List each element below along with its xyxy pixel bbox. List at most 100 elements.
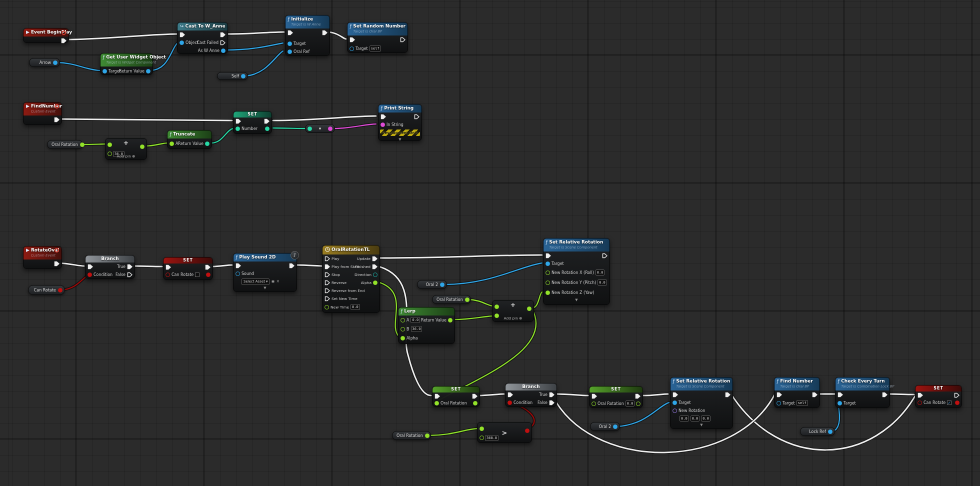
set-oral-rotation-1-oral-rotation-in-pin[interactable] — [434, 400, 439, 406]
fn-set-relative-rotation-1-new-rotation-x-roll-in-pin[interactable] — [545, 270, 550, 275]
fn-set-relative-rotation-1-new-rotation-z-yaw-in-pin[interactable] — [545, 290, 550, 295]
var-can-rotate-can-rotate-out-pin[interactable] — [58, 287, 63, 293]
fn-play-sound-2d-sound-in-pin[interactable] — [235, 271, 240, 276]
timeline-oralrotationtl-new-time-in-pin[interactable] — [324, 304, 329, 310]
set-oral-rotation-2[interactable]: SET Oral Rotation 0.0 — [589, 386, 643, 408]
fn-set-relative-rotation-2-value-box[interactable]: 0.0 — [679, 415, 689, 422]
timeline-oralrotationtl-play-from-start-in-pin[interactable] — [324, 264, 330, 270]
browse-icon[interactable]: ◉ — [271, 279, 274, 284]
math-add-2-add-pin-button[interactable]: Add pin ⊕ — [493, 316, 534, 321]
set-oral-rotation-2-value-box[interactable]: 0.0 — [625, 400, 635, 407]
timeline-oralrotationtl-value-box[interactable]: 0.0 — [350, 304, 360, 310]
set-can-rotate-2-exec-out-pin[interactable] — [954, 392, 960, 398]
fn-set-relative-rotation-2-expand-button[interactable]: ▼ — [671, 423, 733, 428]
fn-initialize[interactable]: ƒ Initialize Target is W Anne Target Oral Re… — [285, 15, 330, 56]
fn-find-number[interactable]: ƒ Find Number Target is Oral BP Target self — [774, 377, 820, 408]
timeline-oralrotationtl-stop-in-pin[interactable] — [324, 272, 330, 278]
timeline-oralrotationtl-finished-out-pin[interactable] — [372, 264, 378, 270]
set-can-rotate-2-can-rotate-in-pin[interactable] — [917, 400, 922, 405]
fn-set-relative-rotation-1-exec-out-pin[interactable] — [602, 253, 608, 259]
set-can-rotate-1-exec-in-pin[interactable] — [165, 264, 171, 270]
fn-truncate-a-in-pin[interactable] — [169, 141, 174, 146]
fn-lerp-value-box[interactable]: 36.0 — [410, 326, 423, 332]
event-findnumber[interactable]: ▶ FindNumber Custom Event — [23, 102, 62, 125]
set-can-rotate-1-can-rotate-in-pin[interactable] — [165, 272, 170, 277]
set-oral-rotation-2-exec-out-pin[interactable] — [635, 393, 641, 399]
fn-get-user-widget-object[interactable]: ƒ Get User Widget Object Target is Widget … — [100, 53, 166, 75]
fn-find-number-target-in-pin[interactable] — [776, 400, 781, 406]
macro-branch-2-condition-in-pin[interactable] — [507, 400, 512, 405]
var-oral-rotation-2-oral-rotation-out-pin[interactable] — [464, 297, 470, 302]
conv-int-to-string[interactable] — [305, 124, 335, 133]
var-arrow-arrow-out-pin[interactable] — [53, 60, 58, 65]
timeline-oralrotationtl-update-out-pin[interactable] — [372, 256, 378, 262]
set-oral-rotation-2-exec-in-pin[interactable] — [591, 393, 597, 399]
fn-set-relative-rotation-1-expand-button[interactable]: ▼ — [544, 298, 610, 303]
cast-to-w-anne-object-in-pin[interactable] — [179, 40, 184, 45]
fn-get-user-widget-object-return-value-out-pin[interactable] — [146, 68, 151, 74]
fn-print-string-in-string-in-pin[interactable] — [380, 122, 385, 127]
math-add-2[interactable]: + Add pin ⊕ — [492, 300, 534, 322]
fn-set-random-number[interactable]: ƒ Set Random Number Target is Oral BP Targe… — [347, 22, 408, 53]
set-oral-rotation-1[interactable]: SET Oral Rotation — [432, 386, 480, 407]
var-arrow[interactable]: Arrow — [29, 58, 60, 67]
fn-initialize-target-in-pin[interactable] — [287, 41, 292, 46]
fn-lerp-alpha-in-pin[interactable] — [400, 335, 405, 341]
fn-play-sound-2d-asset-dropdown[interactable]: Select Asset ▾ — [241, 278, 270, 285]
fn-find-number-exec-out-pin[interactable] — [812, 392, 818, 398]
fn-set-random-number-exec-out-pin[interactable] — [400, 37, 406, 43]
set-number[interactable]: SET Number — [233, 111, 272, 134]
fn-set-relative-rotation-1-new-rotation-y-pitch-in-pin[interactable] — [545, 280, 550, 285]
macro-branch-2-true-out-pin[interactable] — [549, 392, 555, 398]
fn-set-relative-rotation-1-value-box[interactable]: 0.0 — [597, 279, 607, 286]
fn-get-user-widget-object-target-in-pin[interactable] — [102, 68, 107, 74]
event-beginplay-exec-out-pin[interactable] — [61, 38, 67, 44]
var-self[interactable]: Self — [217, 72, 248, 80]
fn-play-sound-2d-exec-out-pin[interactable] — [289, 263, 295, 269]
fn-set-random-number-target-in-pin[interactable] — [349, 46, 354, 51]
macro-branch-1-true-out-pin[interactable] — [127, 264, 133, 270]
fn-print-string-exec-out-pin[interactable] — [414, 114, 420, 120]
clear-icon[interactable]: × — [276, 279, 279, 284]
set-can-rotate-1-checkbox[interactable] — [195, 272, 200, 277]
var-oral-rotation-3[interactable]: Oral Rotation — [392, 431, 431, 440]
fn-play-sound-2d-expand-button[interactable]: ▼ — [234, 286, 297, 291]
set-can-rotate-2-exec-out-pin[interactable] — [955, 400, 960, 405]
set-number-number-in-pin[interactable] — [235, 126, 240, 131]
fn-lerp-b-in-pin[interactable] — [400, 326, 405, 332]
event-rotateoval-exec-out-pin[interactable] — [54, 261, 60, 267]
blueprint-graph-canvas[interactable]: ▶ Event BeginPlay Arrow ƒ Get User Widget Ob… — [0, 0, 980, 486]
math-add-1[interactable]: 36.0 + Add pin ⊕ — [105, 138, 147, 160]
fn-print-string[interactable]: ƒ Print String In String Development Only ▼ — [378, 104, 422, 142]
fn-set-relative-rotation-2-exec-out-pin[interactable] — [725, 392, 731, 398]
set-can-rotate-2-exec-in-pin[interactable] — [917, 392, 923, 398]
var-oral-rotation-1-oral-rotation-out-pin[interactable] — [79, 142, 85, 147]
var-can-rotate[interactable]: Can Rotate — [28, 285, 65, 295]
event-beginplay[interactable]: ▶ Event BeginPlay — [23, 28, 72, 44]
macro-branch-2[interactable]: Branch True Condition False — [505, 383, 557, 407]
timeline-oralrotationtl-reverse-in-pin[interactable] — [324, 280, 330, 286]
fn-play-sound-2d-exec-in-pin[interactable] — [235, 263, 241, 269]
fn-truncate[interactable]: ƒ Truncate A Return Value — [167, 130, 212, 149]
set-can-rotate-1-exec-out-pin[interactable] — [205, 264, 211, 270]
cast-to-w-anne-cast-failed-out-pin[interactable] — [220, 40, 226, 46]
cast-to-w-anne-as-w-anne-out-pin[interactable] — [221, 48, 226, 53]
macro-branch-1-exec-in-pin[interactable] — [87, 264, 93, 270]
fn-set-relative-rotation-1[interactable]: ƒ Set Relative Rotation Target is Scene Co… — [543, 238, 610, 305]
fn-find-number-exec-in-pin[interactable] — [776, 392, 782, 398]
cast-to-w-anne-exec-in-pin[interactable] — [179, 32, 185, 38]
fn-lerp-return-value-out-pin[interactable] — [448, 317, 453, 323]
timeline-oralrotationtl-play-in-pin[interactable] — [324, 256, 330, 262]
macro-branch-1-condition-in-pin[interactable] — [87, 272, 92, 277]
timeline-oralrotationtl[interactable]: OralRotationTL Play Update Play from Start F… — [322, 245, 380, 313]
set-number-exec-out-pin[interactable] — [264, 118, 270, 124]
fn-check-every-turn-exec-out-pin[interactable] — [882, 392, 888, 398]
set-can-rotate-2[interactable]: SET Can Rotate ✓ — [915, 385, 962, 408]
fn-print-string-expand-button[interactable]: ▼ — [379, 137, 422, 142]
fn-set-relative-rotation-2-target-in-pin[interactable] — [672, 400, 677, 405]
event-rotateoval[interactable]: ▶ RotateOval Custom Event — [23, 246, 62, 269]
blueprint-editor-viewport[interactable]: ▶ Event BeginPlay Arrow ƒ Get User Widget Ob… — [0, 0, 980, 486]
event-findnumber-exec-out-pin[interactable] — [54, 117, 60, 123]
var-self-self-out-pin[interactable] — [241, 73, 246, 79]
fn-set-relative-rotation-2-value-box[interactable]: 0.0 — [690, 415, 700, 422]
